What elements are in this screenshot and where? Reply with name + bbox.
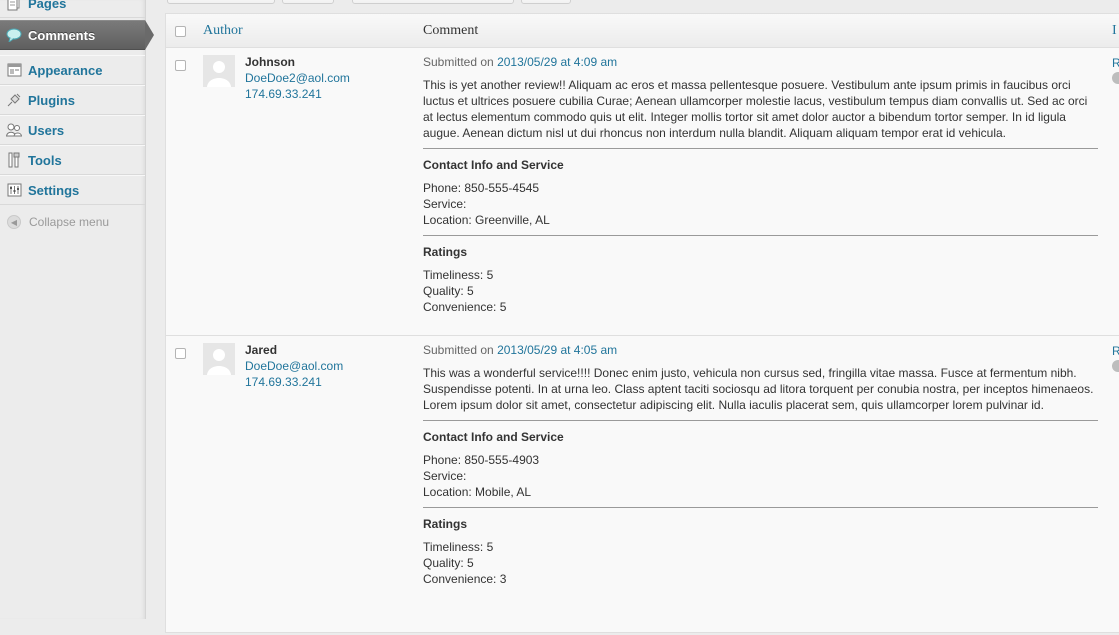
menu-item-comments[interactable]: Comments — [0, 20, 154, 50]
comment-content: Submitted on 2013/05/29 at 4:09 am This … — [423, 55, 1098, 315]
column-header-comment: Comment — [423, 23, 479, 38]
author-name: Johnson — [245, 55, 295, 69]
comments-icon — [6, 27, 22, 43]
contact-section-title: Contact Info and Service — [423, 158, 564, 172]
submitted-date-link[interactable]: 2013/05/29 at 4:05 am — [497, 343, 617, 357]
settings-icon — [6, 182, 22, 198]
comments-table: Author Comment I Johnson DoeDoe2@aol.com… — [165, 13, 1119, 633]
section-divider — [423, 148, 1098, 149]
table-header: Author Comment I — [166, 14, 1119, 48]
bulk-actions-select[interactable] — [167, 0, 275, 4]
ratings-section-title: Ratings — [423, 517, 468, 531]
section-divider — [423, 507, 1098, 508]
menu-item-pages[interactable]: Pages — [0, 0, 145, 18]
table-row: Jared DoeDoe@aol.com 174.69.33.241 Submi… — [166, 335, 1119, 635]
select-all-checkbox[interactable] — [175, 26, 186, 37]
avatar — [203, 55, 235, 87]
phone-text: Phone: 850-555-4545 — [423, 181, 540, 195]
submitted-line: Submitted on 2013/05/29 at 4:05 am — [423, 343, 1098, 357]
menu-label-tools: Tools — [28, 152, 62, 168]
menu-label-settings: Settings — [28, 182, 80, 198]
table-row: Johnson DoeDoe2@aol.com 174.69.33.241 Su… — [166, 48, 1119, 335]
rating-convenience: Convenience: 5 — [423, 300, 507, 314]
rating-timeliness: Timeliness: 5 — [423, 540, 494, 554]
comment-count-bubble[interactable] — [1112, 360, 1119, 372]
menu-label-pages: Pages — [28, 0, 67, 11]
appearance-icon — [6, 62, 22, 78]
menu-item-settings[interactable]: Settings — [0, 175, 145, 205]
menu-label-appearance: Appearance — [28, 62, 103, 78]
row-checkbox[interactable] — [175, 60, 186, 71]
submitted-prefix: Submitted on — [423, 55, 494, 69]
admin-sidebar: Pages Comments Appearance Plugins Users … — [0, 0, 154, 619]
menu-item-tools[interactable]: Tools — [0, 145, 145, 175]
in-response-link[interactable]: R — [1112, 56, 1119, 70]
menu-item-plugins[interactable]: Plugins — [0, 85, 145, 115]
rating-quality: Quality: 5 — [423, 284, 474, 298]
contact-section-title: Contact Info and Service — [423, 430, 564, 444]
avatar — [203, 343, 235, 375]
apply-button[interactable] — [282, 0, 334, 4]
collapse-arrow-icon: ◀ — [7, 215, 21, 229]
author-email-link[interactable]: DoeDoe2@aol.com — [245, 71, 350, 85]
author-name: Jared — [245, 343, 278, 357]
rating-quality: Quality: 5 — [423, 556, 474, 570]
service-text: Service: — [423, 469, 467, 483]
section-divider — [423, 235, 1098, 236]
location-text: Location: Greenville, AL — [423, 213, 550, 227]
comment-count-bubble[interactable] — [1112, 72, 1119, 84]
phone-text: Phone: 850-555-4903 — [423, 453, 540, 467]
comment-content: Submitted on 2013/05/29 at 4:05 am This … — [423, 343, 1098, 587]
filter-button[interactable] — [521, 0, 571, 4]
tools-icon — [6, 152, 22, 168]
menu-label-users: Users — [28, 122, 65, 138]
service-text: Service: — [423, 197, 467, 211]
author-email-link[interactable]: DoeDoe@aol.com — [245, 359, 343, 373]
author-ip-link[interactable]: 174.69.33.241 — [245, 87, 322, 101]
menu-label-plugins: Plugins — [28, 92, 75, 108]
rating-convenience: Convenience: 3 — [423, 572, 507, 586]
submitted-date-link[interactable]: 2013/05/29 at 4:09 am — [497, 55, 617, 69]
menu-item-users[interactable]: Users — [0, 115, 145, 145]
plugins-icon — [6, 92, 22, 108]
ratings-section-title: Ratings — [423, 245, 468, 259]
comment-body: This is yet another review!! Aliquam ac … — [423, 78, 1088, 140]
submitted-line: Submitted on 2013/05/29 at 4:09 am — [423, 55, 1098, 69]
collapse-menu-label: Collapse menu — [29, 215, 110, 229]
section-divider — [423, 420, 1098, 421]
author-ip-link[interactable]: 174.69.33.241 — [245, 375, 322, 389]
menu-item-appearance[interactable]: Appearance — [0, 55, 145, 85]
submitted-prefix: Submitted on — [423, 343, 494, 357]
filter-type-select[interactable] — [352, 0, 514, 4]
column-header-in-response[interactable]: I — [1112, 23, 1117, 39]
menu-label-comments: Comments — [28, 27, 96, 43]
comment-body: This was a wonderful service!!!! Donec e… — [423, 366, 1094, 412]
row-checkbox[interactable] — [175, 348, 186, 359]
in-response-link[interactable]: R — [1112, 344, 1119, 358]
rating-timeliness: Timeliness: 5 — [423, 268, 494, 282]
users-icon — [6, 122, 22, 138]
collapse-menu-button[interactable]: ◀ Collapse menu — [0, 210, 145, 234]
location-text: Location: Mobile, AL — [423, 485, 532, 499]
column-header-author[interactable]: Author — [203, 23, 243, 39]
pages-icon — [6, 0, 22, 11]
